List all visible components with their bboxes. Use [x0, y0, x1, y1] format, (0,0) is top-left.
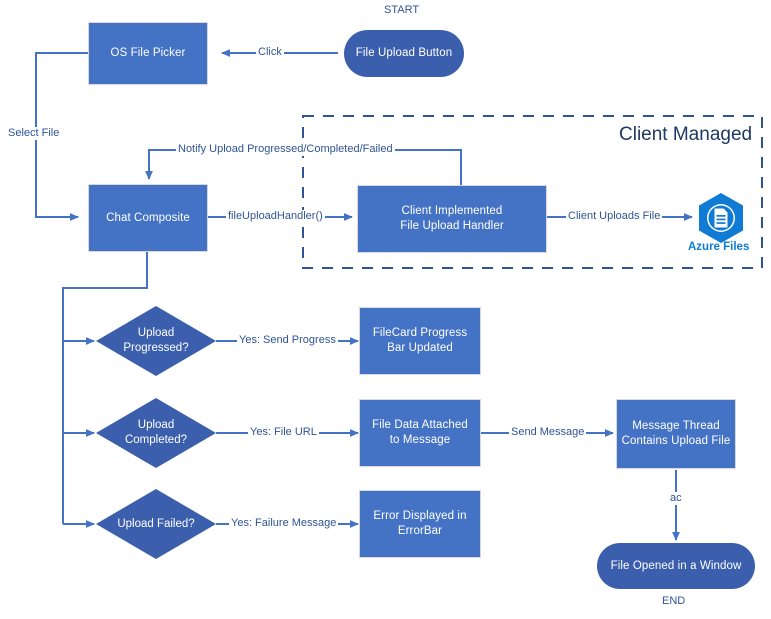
node-client-handler-label-line2: File Upload Handler [400, 220, 504, 232]
node-filecard-label-line1: FileCard Progress [372, 327, 468, 339]
edge-label-yes-send-progress-text: Yes: Send Progress [239, 334, 336, 346]
flowchart-canvas: OS File Picker START File Upload Button … [0, 0, 771, 619]
edge-label-ac-text: ac [670, 492, 682, 504]
node-file-upload-button-label: File Upload Button [355, 47, 453, 59]
client-managed-group-title: Client Managed [619, 124, 752, 146]
end-marker-label: END [662, 595, 686, 607]
node-file-data-attached-to-message[interactable]: File Data Attached to Message [359, 399, 481, 467]
edge-label-client-uploads-file: Client Uploads File [566, 210, 663, 223]
edge-label-yes-file-url-text: Yes: File URL [250, 426, 317, 438]
node-upload-failed-decision[interactable]: Upload Failed? [96, 489, 216, 559]
node-chat-composite-label: Chat Composite [106, 211, 190, 224]
azure-files-caption-label: Azure Files [688, 241, 750, 253]
diamond-shape-failed [96, 489, 216, 559]
edge-label-notify-text: Notify Upload Progressed/Completed/Faile… [178, 143, 393, 155]
node-client-implemented-file-upload-handler[interactable]: Client Implemented File Upload Handler [357, 185, 547, 253]
start-marker: START [384, 4, 419, 16]
azure-files-icon[interactable] [695, 192, 747, 244]
edge-decision-trunk [62, 252, 148, 528]
edge-label-send-message: Send Message [509, 426, 587, 439]
azure-files-icon-svg [699, 193, 743, 243]
node-error-label-line2: ErrorBar [397, 525, 443, 537]
edge-label-send-message-text: Send Message [511, 426, 585, 438]
edge-label-click: Click [256, 46, 284, 59]
node-error-displayed-in-errorbar[interactable]: Error Displayed in ErrorBar [359, 490, 481, 558]
node-os-file-picker-label: OS File Picker [110, 47, 186, 59]
end-marker: END [662, 595, 685, 607]
node-filedata-label-line1: File Data Attached [372, 419, 468, 431]
edge-label-yes-failure-message-text: Yes: Failure Message [231, 517, 337, 529]
node-filedata-label-line2: to Message [389, 434, 451, 446]
node-file-opened-in-a-window[interactable]: File Opened in a Window [597, 543, 755, 589]
node-message-thread-label-line1: Message Thread [632, 420, 720, 432]
node-message-thread-contains-upload-file[interactable]: Message Thread Contains Upload File [616, 399, 736, 469]
azure-files-caption: Azure Files [688, 241, 749, 253]
edge-label-select-file: Select File [6, 127, 62, 140]
edge-label-file-upload-handler: fileUploadHandler() [226, 210, 325, 223]
node-client-handler-label-line1: Client Implemented [401, 205, 503, 217]
edge-label-notify: Notify Upload Progressed/Completed/Faile… [176, 143, 395, 156]
node-filecard-progress-bar-updated[interactable]: FileCard Progress Bar Updated [359, 307, 481, 375]
edge-label-select-file-text: Select File [8, 127, 60, 139]
node-file-upload-button[interactable]: File Upload Button [344, 30, 464, 77]
node-chat-composite[interactable]: Chat Composite [88, 184, 208, 252]
start-marker-label: START [384, 4, 420, 16]
edge-label-yes-send-progress: Yes: Send Progress [237, 334, 338, 347]
edge-label-click-text: Click [258, 46, 282, 58]
edge-label-file-upload-handler-text: fileUploadHandler() [228, 210, 323, 222]
edge-label-yes-file-url: Yes: File URL [248, 426, 319, 439]
node-error-label-line1: Error Displayed in [373, 510, 467, 522]
edge-label-client-uploads-file-text: Client Uploads File [568, 210, 661, 222]
node-upload-completed-decision[interactable]: Upload Completed? [96, 398, 216, 468]
diamond-shape-completed [96, 398, 216, 468]
edge-label-yes-failure-message: Yes: Failure Message [229, 517, 339, 530]
edge-label-ac: ac [668, 492, 684, 505]
node-message-thread-label-line2: Contains Upload File [621, 435, 731, 447]
client-managed-group-title-label: Client Managed [619, 124, 753, 145]
node-file-opened-label: File Opened in a Window [610, 559, 742, 572]
node-os-file-picker[interactable]: OS File Picker [88, 22, 208, 85]
node-upload-progressed-decision[interactable]: Upload Progressed? [96, 306, 216, 376]
diamond-shape-progressed [96, 306, 216, 376]
node-filecard-label-line2: Bar Updated [387, 342, 453, 354]
